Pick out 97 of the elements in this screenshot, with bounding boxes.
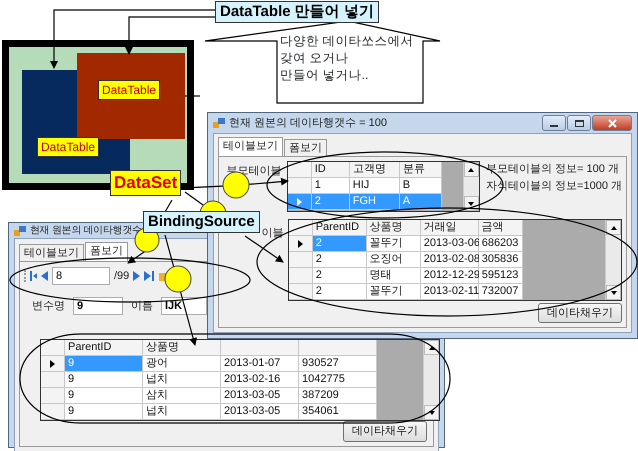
window-title: 현재 원본의 데이타행갯수 [30, 224, 142, 238]
table-cell: B [400, 178, 442, 194]
binding-source-label: BindingSource [143, 211, 260, 233]
close-icon [608, 118, 616, 128]
record-count: /99 [114, 268, 130, 284]
column-header: 거래일 [420, 220, 479, 236]
table-cell: 2013-02-11 [420, 284, 479, 300]
field-label: 변수명 [32, 298, 65, 314]
table-cell: 삼치 [143, 388, 221, 404]
minimize-button[interactable] [542, 115, 566, 131]
table-cell: 305836 [478, 252, 523, 268]
diagram-heading: DataTable 만들어 넣기 [215, 1, 379, 23]
next-record-icon [133, 271, 140, 281]
column-header: ParentID [312, 220, 367, 236]
table-cell: 1 [312, 178, 350, 194]
column-header: 분류 [400, 162, 442, 178]
column-header: 상품명 [366, 220, 421, 236]
row-header[interactable] [288, 284, 313, 300]
tab[interactable]: 폼보기 [284, 139, 327, 156]
column-header: 금액 [478, 220, 523, 236]
table-cell: 2 [312, 252, 367, 268]
vertical-scrollbar[interactable] [423, 340, 439, 420]
table-cell: HIJ [350, 178, 400, 194]
table-cell: 명태 [366, 268, 421, 284]
tab[interactable]: 폼보기 [85, 242, 128, 261]
table-cell: 930527 [299, 356, 377, 372]
table-cell: 9 [65, 356, 143, 372]
row-header[interactable] [288, 178, 312, 194]
table-cell: 넙치 [143, 404, 221, 420]
table-cell: 2012-12-29 [420, 268, 479, 284]
table-cell: 2 [312, 284, 367, 300]
marker-circle [164, 266, 192, 292]
callout-text: 다양한 데이타쏘스에서 갖여 오거나 만들어 넣거나.. [280, 33, 414, 84]
table-cell: 꼴뚜기 [366, 284, 421, 300]
table-cell: 732007 [478, 284, 523, 300]
table-label: DataTable [98, 80, 160, 100]
last-record-icon [144, 271, 154, 281]
window-title: 현재 원본의 데이타행갯수 = 100 [229, 116, 388, 131]
column-header: 상품명 [143, 340, 221, 356]
table-cell: 2013-02-16 [221, 372, 299, 388]
table-cell: 2013-01-07 [221, 356, 299, 372]
table-cell: 2013-03-05 [221, 388, 299, 404]
first-record-icon [30, 271, 37, 281]
row-header-corner [288, 162, 312, 178]
row-header-corner [288, 220, 313, 236]
column-header: ID [312, 162, 350, 178]
row-header[interactable] [288, 194, 312, 210]
data-grid[interactable]: ParentID 상품명 거래일 금액 2 꼴뚜기 2013-03-06 686203 2 오징어 2013-02-08 305836 2 명태 2012-12-29 595123 2 꼴뚜기 2013-02-11 732007 [288, 219, 622, 301]
row-header[interactable] [41, 404, 65, 420]
table-cell: 오징어 [366, 252, 421, 268]
table-cell: 595123 [478, 268, 523, 284]
table-cell: 2013-03-05 [221, 404, 299, 420]
table-cell: 2 [312, 194, 350, 210]
position-field[interactable]: 8 [52, 267, 110, 285]
connector-line [164, 200, 173, 212]
vertical-scrollbar[interactable] [605, 220, 621, 300]
maximize-button[interactable] [567, 115, 591, 131]
app-icon [213, 117, 225, 129]
column-header: ParentID [65, 340, 143, 356]
row-header-corner [41, 340, 65, 356]
table-cell: 1042775 [299, 372, 377, 388]
table-cell: 2013-02-08 [420, 252, 479, 268]
table-cell: 9 [65, 404, 143, 420]
connector-arrow [127, 250, 148, 264]
fill-data-button[interactable]: 데이타채우기 [538, 302, 622, 323]
data-grid[interactable]: ParentID 상품명 9 광어 2013-01-07 930527 9 넙치 2013-02-16 1042775 9 삼치 2013-03-05 387209 9 넙치 2013-03-05 354061 [40, 339, 440, 421]
column-header: 고객명 [350, 162, 400, 178]
table-cell: 2013-03-06 [420, 236, 479, 252]
fill-data-button[interactable]: 데이타채우기 [343, 421, 427, 442]
table-cell: FGH [350, 194, 400, 210]
table-cell: 광어 [143, 356, 221, 372]
dataset-label: DataSet [110, 170, 182, 196]
previous-record-icon [41, 271, 48, 281]
text-field[interactable]: 9 [73, 297, 123, 315]
text-field[interactable]: IJK [161, 297, 207, 315]
table-cell: 2 [312, 268, 367, 284]
vertical-scrollbar[interactable] [462, 162, 479, 211]
data-grid[interactable]: ID 고객명 분류 1 HIJ B 2 FGH A [286, 161, 480, 212]
tab[interactable]: 테이블보기 [218, 137, 283, 156]
table-cell: 387209 [299, 388, 377, 404]
close-button[interactable] [592, 115, 632, 131]
row-header[interactable] [41, 356, 65, 372]
table-cell: 꼴뚜기 [366, 236, 421, 252]
table-cell: 686203 [478, 236, 523, 252]
table-cell: 9 [65, 372, 143, 388]
table-cell: 2 [312, 236, 367, 252]
maximize-icon[interactable] [574, 120, 584, 126]
row-header[interactable] [288, 236, 313, 252]
info-text: 부모테이블의 정보= 100 개 [486, 162, 620, 177]
table-cell: A [400, 194, 442, 210]
table-cell: 넙치 [143, 372, 221, 388]
tab[interactable]: 테이블보기 [19, 244, 84, 261]
table-cell: 9 [65, 388, 143, 404]
table-label: 이블 [262, 226, 284, 241]
app-icon [14, 224, 26, 236]
table-cell: 354061 [299, 404, 377, 420]
table-label: DataTable [37, 137, 100, 157]
